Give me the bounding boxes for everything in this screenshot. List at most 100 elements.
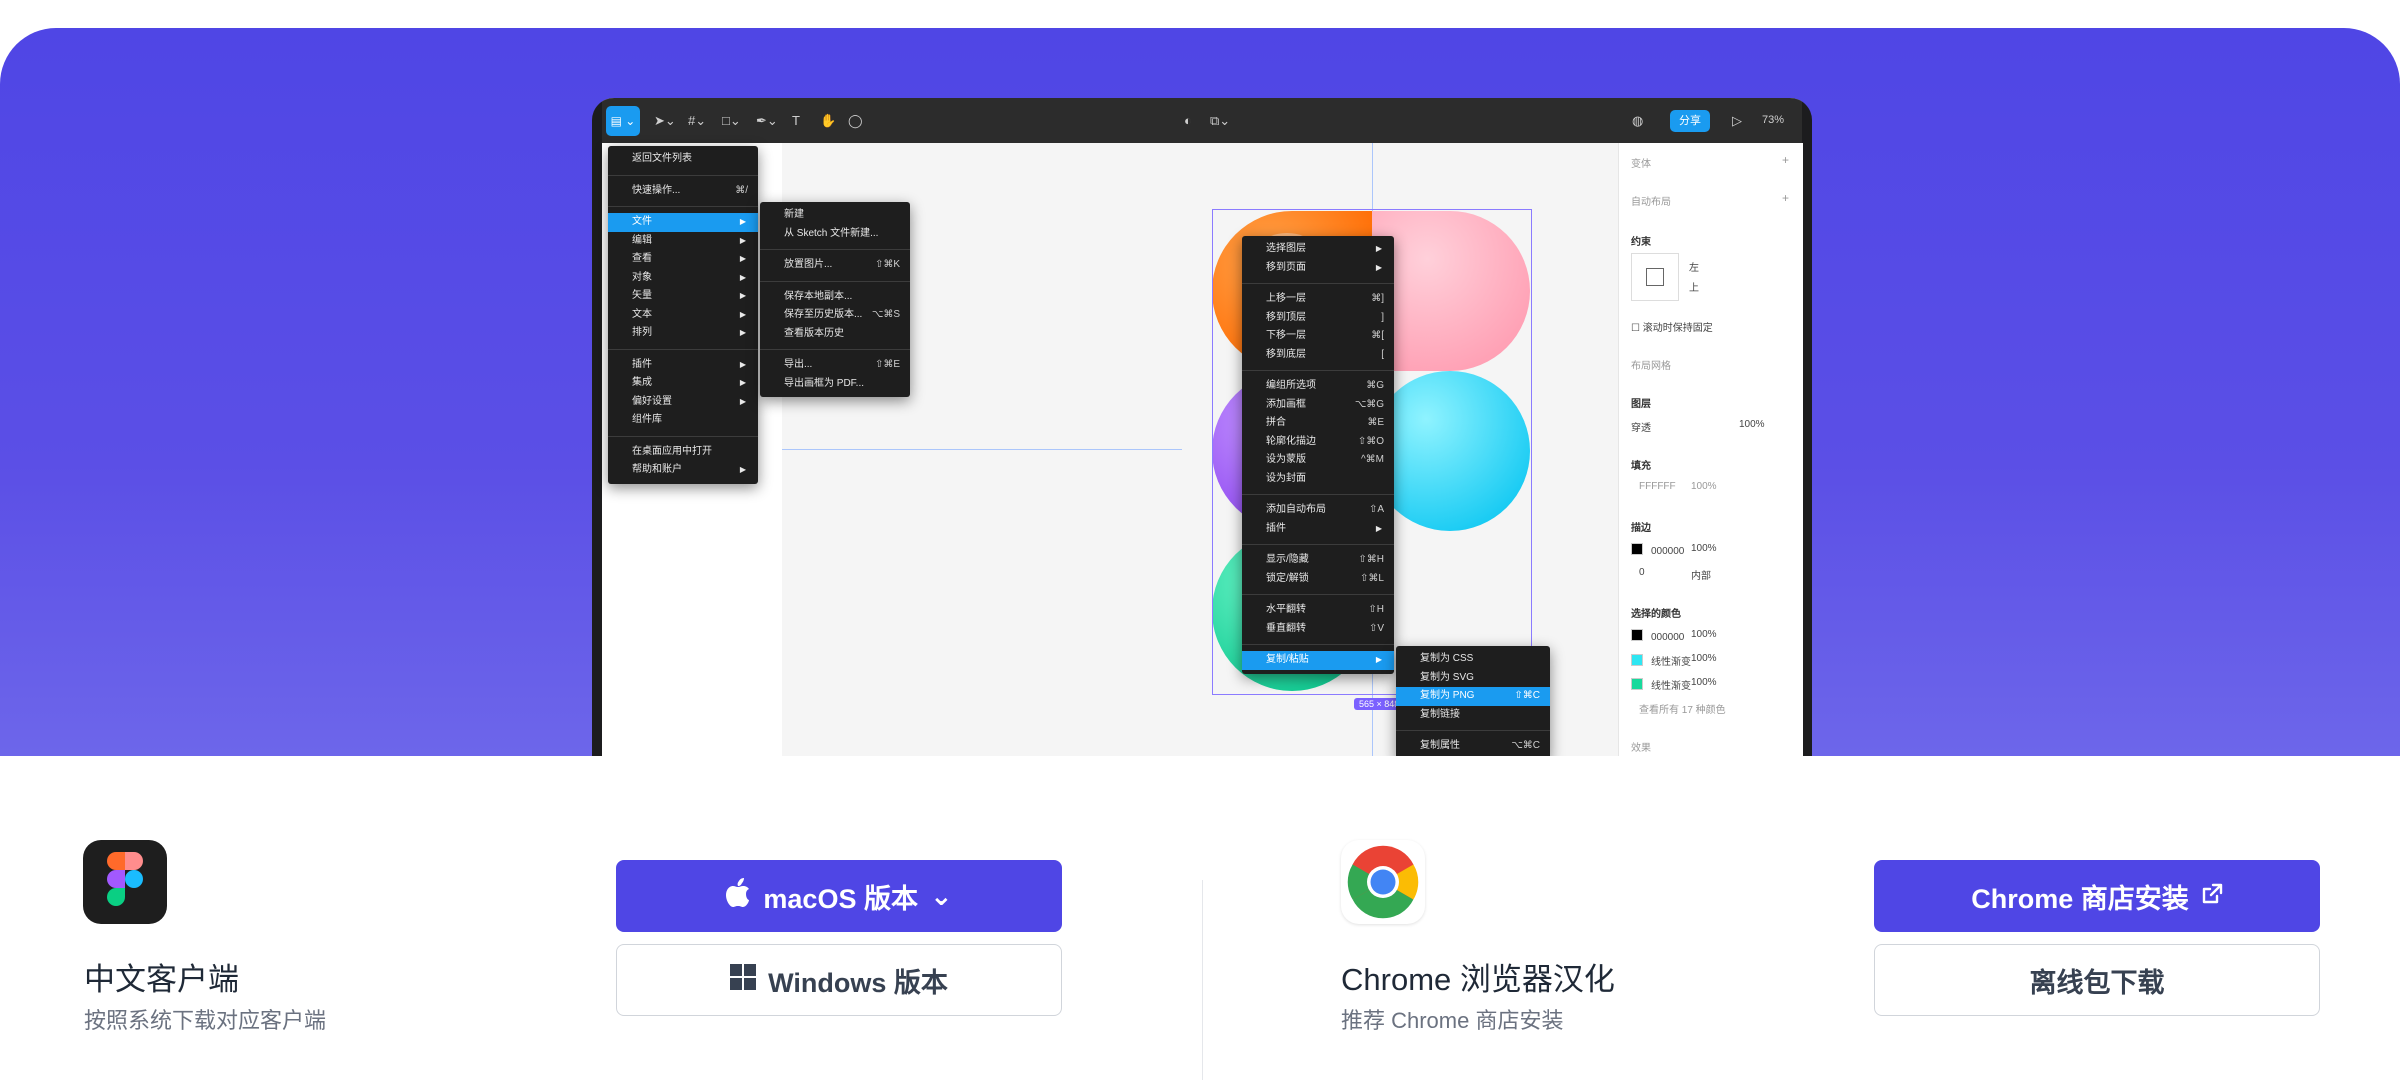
ctxMenu-item[interactable]: 移到页面 ▶ xyxy=(1242,259,1394,278)
ctxMenu-item[interactable]: 移到顶层] xyxy=(1242,309,1394,328)
stroke-opacity[interactable]: 100% xyxy=(1691,543,1717,554)
constraints-label: 约束 xyxy=(1631,237,1651,248)
contrast-icon[interactable]: ◐ xyxy=(1184,98,1192,143)
copyMenu-item[interactable]: 复制链接 xyxy=(1396,706,1550,725)
sel-color-2[interactable]: 线性渐变 xyxy=(1631,677,1691,692)
windows-download-button[interactable]: Windows 版本 xyxy=(616,944,1062,1016)
ctxMenu-item[interactable]: 设为封面 xyxy=(1242,470,1394,489)
hand-tool-icon[interactable]: ✋ xyxy=(820,98,836,143)
ctxMenu-item[interactable]: 显示/隐藏 ⇧⌘H xyxy=(1242,551,1394,570)
submenu-arrow-icon: ▶ xyxy=(1375,523,1382,533)
macos-download-button[interactable]: macOS 版本 ⌄ xyxy=(616,860,1062,932)
ctxMenu-item[interactable]: 拼合 ⌘E xyxy=(1242,414,1394,433)
menu-item-label: 移到底层 xyxy=(1266,348,1306,360)
ctxMenu-item[interactable]: 复制/粘贴 ▶ xyxy=(1242,651,1394,670)
menu-item-label: 插件 xyxy=(1266,522,1286,534)
fill-hex[interactable]: FFFFFF xyxy=(1639,481,1676,492)
stroke-position[interactable]: 内部 xyxy=(1691,567,1711,582)
mainMenu-item[interactable]: 查看 ▶ xyxy=(608,250,758,269)
multiplayer-avatar-icon[interactable]: ◍ xyxy=(1632,98,1643,143)
shape-tool-icon[interactable]: □⌄ xyxy=(722,98,741,143)
main-menu-button[interactable]: ▤ ⌄ xyxy=(606,106,640,136)
constraint-vertical[interactable]: 上 xyxy=(1689,279,1699,294)
ctxMenu-item[interactable]: 移到底层 [ xyxy=(1242,346,1394,365)
offline-package-button[interactable]: 离线包下载 xyxy=(1874,944,2320,1016)
add-variant-icon[interactable]: + xyxy=(1782,153,1789,167)
menu-separator xyxy=(1242,644,1394,645)
ctxMenu-item[interactable]: 编组所选项 ⌘G xyxy=(1242,377,1394,396)
ctxMenu-item[interactable]: 锁定/解锁 ⇧⌘L xyxy=(1242,570,1394,589)
comment-tool-icon[interactable]: ◯ xyxy=(848,98,863,143)
mainMenu-item[interactable]: 矢量 ▶ xyxy=(608,287,758,306)
sel-color-1[interactable]: 线性渐变 xyxy=(1631,653,1691,668)
menu-item-shortcut: ⇧A xyxy=(1368,504,1384,515)
menu-item-label: 编组所选项 xyxy=(1266,380,1316,391)
mainMenu-item[interactable]: 帮助和账户 ▶ xyxy=(608,461,758,480)
menu-item-shortcut: ⇧H xyxy=(1368,604,1384,615)
stroke-color[interactable]: 000000 xyxy=(1631,543,1684,557)
ctxMenu-item[interactable]: 设为蒙版 ^⌘M xyxy=(1242,451,1394,470)
mainMenu-item[interactable]: 文本 ▶ xyxy=(608,306,758,325)
ctxMenu-item[interactable]: 上移一层 ⌘] xyxy=(1242,290,1394,309)
ctxMenu-item[interactable]: 轮廓化描边 ⇧⌘O xyxy=(1242,433,1394,452)
chevron-down-icon: ⌄ xyxy=(929,880,953,911)
fileMenu-item[interactable]: 新建 xyxy=(760,206,910,225)
mainMenu-item[interactable]: 编辑 ▶ xyxy=(608,232,758,251)
fileMenu-item[interactable]: 放置图片... ⇧⌘K xyxy=(760,256,910,275)
fileMenu-item[interactable]: 查看版本历史 xyxy=(760,325,910,344)
effects-label: 效果 xyxy=(1631,743,1651,754)
ctxMenu-item[interactable]: 添加画框 ⌥⌘G xyxy=(1242,396,1394,415)
mainMenu-item[interactable]: 排列 ▶ xyxy=(608,324,758,343)
mainMenu-item[interactable]: 插件 ▶ xyxy=(608,356,758,375)
fixed-scroll-checkbox[interactable]: ☐ 滚动时保持固定 xyxy=(1631,319,1713,334)
mainMenu-item[interactable]: 文件 ▶ xyxy=(608,213,758,232)
stroke-width[interactable]: 0 xyxy=(1639,567,1645,578)
mainMenu-item[interactable]: 组件库 xyxy=(608,411,758,430)
copyMenu-item[interactable]: 复制为 PNG ⇧⌘C xyxy=(1396,687,1550,706)
fileMenu-item[interactable]: 保存至历史版本... ⌥⌘S xyxy=(760,306,910,325)
pen-tool-icon[interactable]: ✒⌄ xyxy=(756,98,778,143)
zoom-level[interactable]: 73% xyxy=(1762,98,1784,143)
menu-item-shortcut: ⌥⌘C xyxy=(1511,740,1540,751)
mainMenu-item[interactable]: 在桌面应用中打开 xyxy=(608,443,758,462)
fileMenu-item[interactable]: 从 Sketch 文件新建... xyxy=(760,225,910,244)
macos-download-label: macOS 版本 xyxy=(763,883,918,914)
ctxMenu-item[interactable]: 选择图层 ▶ xyxy=(1242,240,1394,259)
menu-separator xyxy=(1242,594,1394,595)
ctxMenu-item[interactable]: 垂直翻转 ⇧V xyxy=(1242,620,1394,639)
menu-separator xyxy=(1242,370,1394,371)
copyMenu-item[interactable]: 复制为 CSS xyxy=(1396,650,1550,669)
fileMenu-item[interactable]: 导出... ⇧⌘E xyxy=(760,356,910,375)
mainMenu-item[interactable]: 快速操作... ⌘/ xyxy=(608,182,758,201)
ctxMenu-item[interactable]: 插件 ▶ xyxy=(1242,520,1394,539)
sel-color-0[interactable]: 000000 xyxy=(1631,629,1684,643)
share-button[interactable]: 分享 xyxy=(1670,110,1710,132)
mainMenu-item[interactable]: 对象 ▶ xyxy=(608,269,758,288)
layer-label: 图层 xyxy=(1631,399,1651,410)
mainMenu-item[interactable]: 集成 ▶ xyxy=(608,374,758,393)
more-colors-link[interactable]: 查看所有 17 种颜色 xyxy=(1639,701,1726,716)
copyMenu-item[interactable]: 复制属性 ⌥⌘C xyxy=(1396,737,1550,756)
boolean-ops-icon[interactable]: ⧉⌄ xyxy=(1210,98,1230,143)
ctxMenu-item[interactable]: 下移一层 ⌘[ xyxy=(1242,327,1394,346)
constraint-horizontal[interactable]: 左 xyxy=(1689,259,1699,274)
chrome-store-button[interactable]: Chrome 商店安装 xyxy=(1874,860,2320,932)
present-icon[interactable]: ▷ xyxy=(1732,98,1742,143)
mainMenu-item[interactable]: 偏好设置 ▶ xyxy=(608,393,758,412)
text-tool-icon[interactable]: T xyxy=(792,98,800,143)
chrome-logo-icon xyxy=(1347,845,1419,919)
mainMenu-item[interactable]: 返回文件列表 xyxy=(608,150,758,169)
frame-tool-icon[interactable]: #⌄ xyxy=(688,98,706,143)
copyMenu-item[interactable]: 复制为 SVG xyxy=(1396,669,1550,688)
move-tool-icon[interactable]: ➤⌄ xyxy=(654,98,676,143)
layer-opacity[interactable]: 100% xyxy=(1739,419,1765,430)
ctxMenu-item[interactable]: 水平翻转 ⇧H xyxy=(1242,601,1394,620)
menu-item-label: 快速操作... xyxy=(632,184,681,196)
fileMenu-item[interactable]: 保存本地副本... xyxy=(760,288,910,307)
fill-opacity[interactable]: 100% xyxy=(1691,481,1717,492)
blend-mode[interactable]: 穿透 xyxy=(1631,419,1651,434)
fileMenu-item[interactable]: 导出画框为 PDF... xyxy=(760,375,910,394)
ctxMenu-item[interactable]: 添加自动布局 ⇧A xyxy=(1242,501,1394,520)
constraint-widget[interactable] xyxy=(1631,253,1679,301)
add-auto-layout-icon[interactable]: + xyxy=(1782,191,1789,205)
